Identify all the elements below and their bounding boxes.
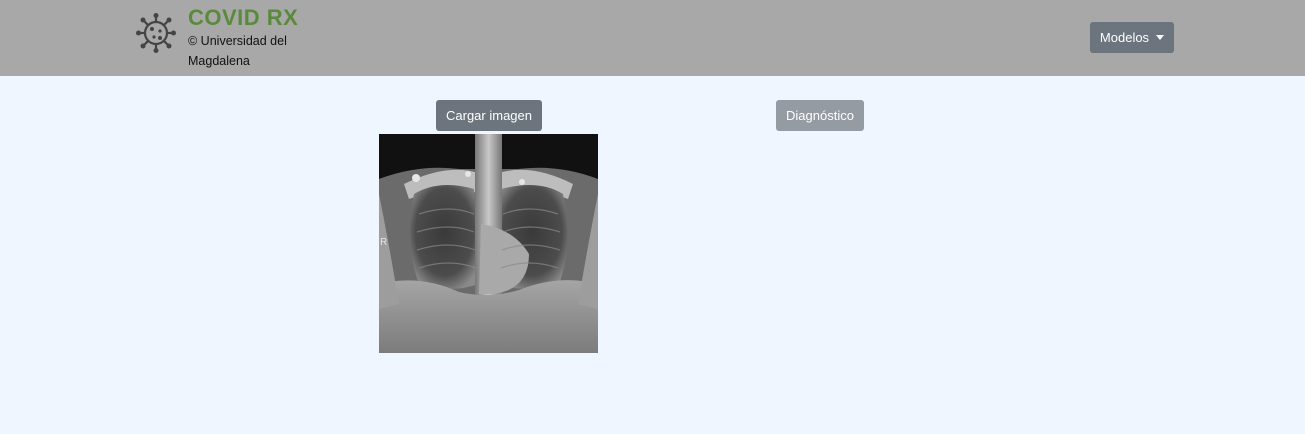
chest-xray-image: R — [379, 134, 598, 353]
diagnosis-button[interactable]: Diagnóstico — [776, 100, 864, 131]
virus-icon — [136, 13, 176, 53]
caret-down-icon — [1156, 35, 1165, 40]
xray-marker-label: R — [380, 237, 387, 248]
brand-title[interactable]: COVID RX — [188, 5, 298, 31]
upload-image-button[interactable]: Cargar imagen — [436, 100, 542, 131]
brand-subtitle: © Universidad del Magdalena — [188, 34, 287, 68]
models-dropdown-label: Modelos — [1099, 30, 1150, 45]
models-dropdown-button[interactable]: Modelos — [1090, 22, 1174, 53]
navbar: COVID RX © Universidad del Magdalena Mod… — [0, 0, 1305, 76]
